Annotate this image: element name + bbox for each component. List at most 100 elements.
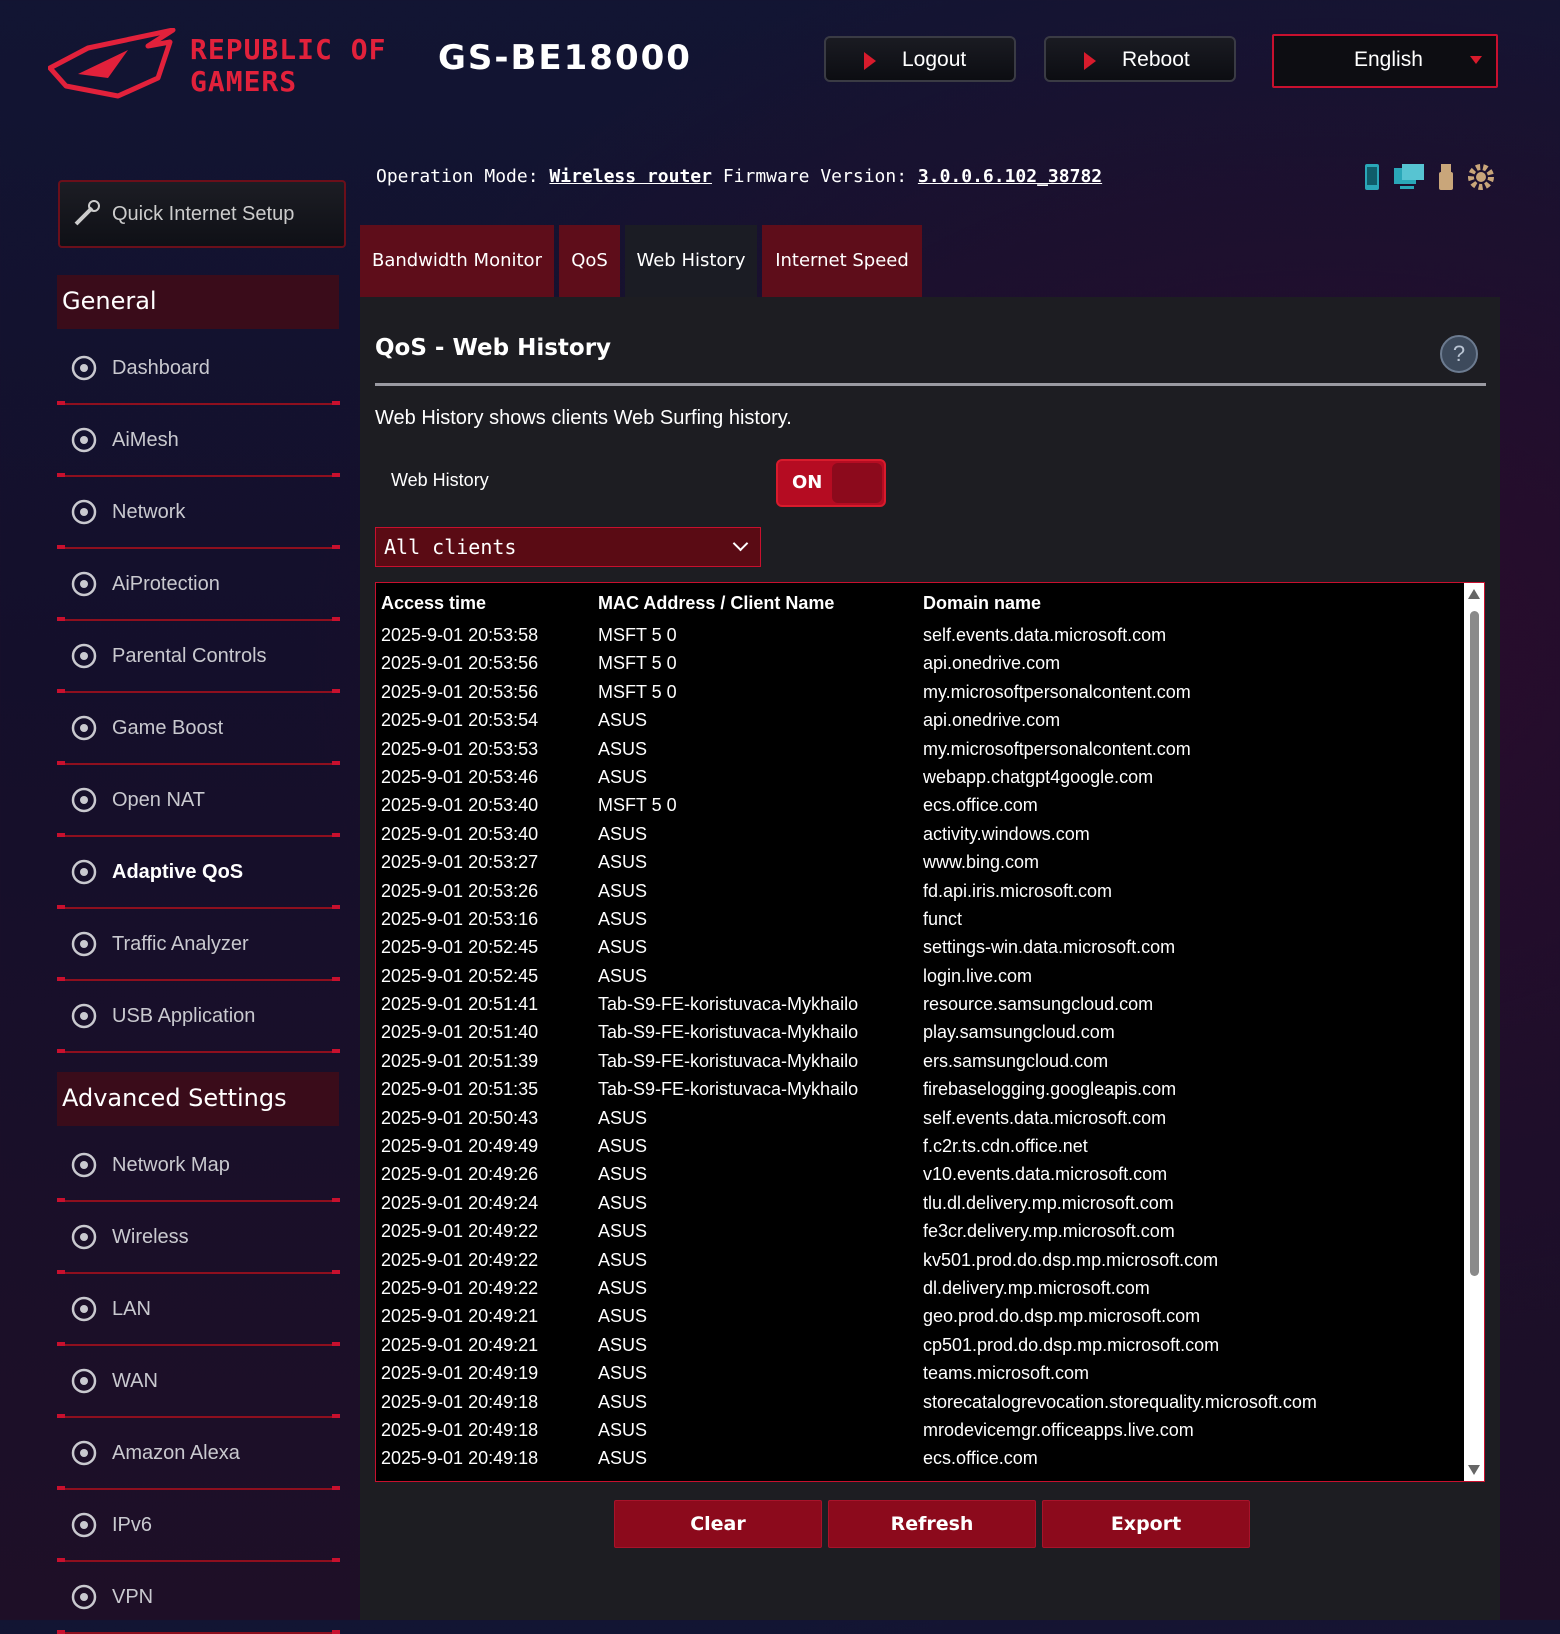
client-name-cell: ASUS — [598, 1221, 648, 1242]
table-row: 2025-9-01 20:53:26 ASUS fd.api.iris.micros… — [376, 877, 1464, 905]
usb-status-icon[interactable] — [1436, 162, 1456, 192]
gear-icon[interactable] — [1466, 162, 1496, 192]
sidebar-item-adaptive-qos[interactable]: Adaptive QoS — [57, 837, 340, 909]
client-name-cell: ASUS — [598, 1107, 648, 1128]
tab-web-history[interactable]: Web History — [625, 225, 757, 297]
scroll-thumb[interactable] — [1470, 611, 1479, 1276]
domain-name-cell: teams.microsoft.com — [923, 1363, 1090, 1384]
client-name-cell: ASUS — [598, 880, 648, 901]
sidebar-item-parental-controls[interactable]: Parental Controls — [57, 621, 340, 693]
access-time-cell: 2025-9-01 20:53:56 — [381, 653, 539, 674]
speedometer-icon — [69, 857, 99, 887]
table-row: 2025-9-01 20:53:58 MSFT 5 0 self.events.da… — [376, 621, 1464, 649]
table-row: 2025-9-01 20:52:45 ASUS login.live.com — [376, 962, 1464, 990]
network-icon — [69, 497, 99, 527]
sidebar-item-vpn[interactable]: VPN — [57, 1562, 340, 1634]
tab-internet-speed[interactable]: Internet Speed — [762, 225, 922, 297]
operation-mode-info: Operation Mode: Wireless router Firmware… — [376, 166, 1103, 187]
refresh-button[interactable]: Refresh — [828, 1500, 1036, 1548]
sidebar-item-amazon-alexa[interactable]: Amazon Alexa — [57, 1418, 340, 1490]
client-name-cell: ASUS — [598, 710, 648, 731]
logout-button[interactable]: Logout — [824, 36, 1016, 82]
help-icon[interactable]: ? — [1440, 335, 1478, 373]
column-header-access-time: Access time — [381, 593, 487, 613]
sidebar-item-wireless[interactable]: Wireless — [57, 1202, 340, 1274]
sidebar-item-lan[interactable]: LAN — [57, 1274, 340, 1346]
access-time-cell: 2025-9-01 20:49:26 — [381, 1164, 539, 1185]
rog-logo[interactable]: REPUBLIC OF GAMERS — [48, 28, 428, 100]
sidebar-item-label: AiMesh — [112, 429, 179, 451]
tab-qos[interactable]: QoS — [559, 225, 620, 297]
table-row: 2025-9-01 20:49:18 ASUS mrodevicemgr.offic… — [376, 1416, 1464, 1444]
page-title: QoS - Web History — [375, 335, 612, 361]
table-row: 2025-9-01 20:49:21 ASUS cp501.prod.do.dsp.… — [376, 1331, 1464, 1359]
sidebar-item-label: Dashboard — [112, 357, 210, 379]
table-header: Access time MAC Address / Client Name Do… — [376, 583, 1464, 623]
sidebar-item-label: Amazon Alexa — [112, 1442, 240, 1464]
table-row: 2025-9-01 20:53:54 ASUS api.onedrive.com — [376, 706, 1464, 734]
table-row: 2025-9-01 20:51:41 Tab-S9-FE-koristuvaca-… — [376, 990, 1464, 1018]
domain-name-cell: self.events.data.microsoft.com — [923, 1107, 1167, 1128]
access-time-cell: 2025-9-01 20:52:45 — [381, 937, 539, 958]
client-name-cell: MSFT 5 0 — [598, 681, 677, 702]
clear-button[interactable]: Clear — [614, 1500, 822, 1548]
status-icons — [1362, 162, 1496, 192]
scroll-down-icon[interactable] — [1468, 1465, 1480, 1475]
sidebar-item-ipv6[interactable]: IPv6 — [57, 1490, 340, 1562]
domain-name-cell: resource.samsungcloud.com — [923, 994, 1154, 1015]
client-name-cell: ASUS — [598, 965, 648, 986]
sidebar-item-aiprotection[interactable]: AiProtection — [57, 549, 340, 621]
sidebar-item-network-map[interactable]: Network Map — [57, 1130, 340, 1202]
shield-icon — [69, 569, 99, 599]
sidebar-item-wan[interactable]: WAN — [57, 1346, 340, 1418]
sidebar-item-traffic-analyzer[interactable]: Traffic Analyzer — [57, 909, 340, 981]
web-history-toggle[interactable]: ON — [776, 459, 886, 507]
client-name-cell: MSFT 5 0 — [598, 625, 677, 645]
globe-icon — [69, 1366, 99, 1396]
sidebar-item-usb-application[interactable]: USB Application — [57, 981, 340, 1053]
sidebar-item-game-boost[interactable]: Game Boost — [57, 693, 340, 765]
scroll-up-icon[interactable] — [1468, 589, 1480, 599]
table-row: 2025-9-01 20:49:22 ASUS dl.delivery.mp.mic… — [376, 1274, 1464, 1302]
sidebar-item-open-nat[interactable]: Open NAT — [57, 765, 340, 837]
toggle-knob — [832, 463, 882, 503]
access-time-cell: 2025-9-01 20:51:41 — [381, 994, 539, 1015]
client-name-cell: ASUS — [598, 908, 648, 929]
domain-name-cell: cp501.prod.do.dsp.mp.microsoft.com — [923, 1334, 1220, 1355]
access-time-cell: 2025-9-01 20:49:18 — [381, 1391, 539, 1412]
client-name-cell: ASUS — [598, 1306, 648, 1327]
column-header-domain: Domain name — [923, 593, 1042, 613]
sidebar-item-label: Wireless — [112, 1226, 189, 1248]
sidebar-item-label: USB Application — [112, 1005, 256, 1027]
export-button[interactable]: Export — [1042, 1500, 1250, 1548]
client-status-icon[interactable] — [1392, 162, 1426, 192]
access-time-cell: 2025-9-01 20:53:27 — [381, 852, 539, 873]
table-row: 2025-9-01 20:49:18 ASUS ecs.office.com — [376, 1444, 1464, 1472]
mobile-app-icon[interactable] — [1362, 162, 1382, 192]
client-name-cell: ASUS — [598, 1277, 648, 1298]
sidebar-item-label: Adaptive QoS — [112, 861, 244, 883]
access-time-cell: 2025-9-01 20:50:43 — [381, 1107, 539, 1128]
access-time-cell: 2025-9-01 20:52:45 — [381, 965, 539, 986]
advanced-settings-section-title: Advanced Settings — [57, 1072, 339, 1126]
analyzer-icon — [69, 929, 99, 959]
model-name: GS-BE18000 — [438, 38, 692, 78]
firmware-version-link[interactable]: 3.0.0.6.102_38782 — [918, 166, 1102, 187]
reboot-button[interactable]: Reboot — [1044, 36, 1236, 82]
operation-mode-link[interactable]: Wireless router — [549, 166, 712, 187]
client-name-cell: Tab-S9-FE-koristuvaca-Mykhailo — [598, 994, 859, 1015]
sidebar-item-aimesh[interactable]: AiMesh — [57, 405, 340, 477]
table-row: 2025-9-01 20:53:56 MSFT 5 0 my.microsoftpe… — [376, 678, 1464, 706]
web-history-panel: QoS - Web History ? Web History shows cl… — [360, 297, 1500, 1620]
language-select[interactable]: English — [1272, 34, 1498, 88]
access-time-cell: 2025-9-01 20:51:39 — [381, 1050, 539, 1071]
client-name-cell: ASUS — [598, 738, 648, 759]
domain-name-cell: my.microsoftpersonalcontent.com — [923, 681, 1191, 702]
tab-bandwidth-monitor[interactable]: Bandwidth Monitor — [360, 225, 554, 297]
quick-internet-setup-button[interactable]: Quick Internet Setup — [58, 180, 346, 248]
sidebar-item-network[interactable]: Network — [57, 477, 340, 549]
access-time-cell: 2025-9-01 20:53:16 — [381, 908, 539, 929]
sidebar-item-dashboard[interactable]: Dashboard — [57, 333, 340, 405]
table-scrollbar[interactable] — [1464, 583, 1484, 1481]
client-filter-select[interactable]: All clients — [375, 527, 761, 567]
